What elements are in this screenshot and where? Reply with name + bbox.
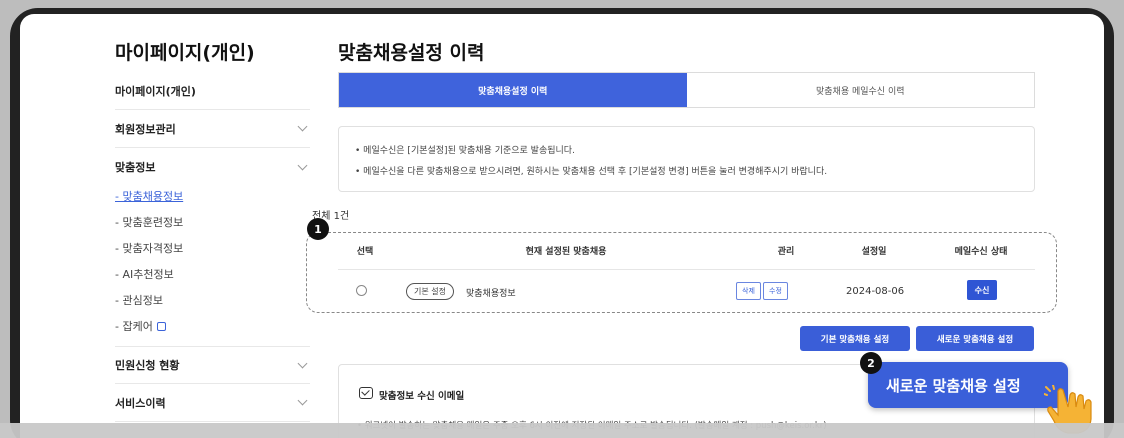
tab-setting-history[interactable]: 맞춤채용설정 이력 bbox=[339, 73, 687, 107]
step-badge-2: 2 bbox=[860, 352, 882, 374]
sidebar-item-label: 서비스이력 bbox=[115, 396, 166, 410]
new-setting-button[interactable]: 새로운 맞춤채용 설정 bbox=[916, 326, 1034, 351]
tab-bar: 맞춤채용설정 이력 맞춤채용 메일수신 이력 bbox=[338, 72, 1035, 108]
sidebar-subitem-label: - 잡케어 bbox=[115, 320, 153, 333]
notice-line: • 메일수신을 다른 맞춤채용으로 받으시려면, 원하시는 맞춤채용 선택 후 … bbox=[355, 167, 828, 177]
notice-line: • 메일수신은 [기본설정]된 맞춤채용 기준으로 발송됩니다. bbox=[355, 146, 575, 156]
sidebar-item-label: 마이페이지(개인) bbox=[115, 84, 196, 98]
chevron-down-icon bbox=[297, 358, 308, 368]
sidebar-item-mypage[interactable]: 마이페이지(개인) bbox=[115, 72, 310, 110]
sidebar-subitem-custom-license[interactable]: - 맞춤자격정보 bbox=[115, 240, 183, 256]
chevron-down-icon bbox=[297, 160, 308, 170]
callout-new-setting: 새로운 맞춤채용 설정 bbox=[868, 362, 1068, 408]
row-select-radio[interactable] bbox=[356, 285, 367, 296]
sidebar-item-label: 맞춤정보 bbox=[115, 161, 156, 174]
receive-status-button[interactable]: 수신 bbox=[967, 280, 997, 300]
sidebar-subitem-custom-jobs[interactable]: - 맞춤채용정보 bbox=[115, 188, 183, 204]
sidebar-item-custom-info[interactable]: 맞춤정보 bbox=[115, 148, 310, 186]
chevron-down-icon bbox=[297, 121, 308, 132]
row-name: 맞춤채용정보 bbox=[466, 289, 516, 299]
sidebar-item-complaint[interactable]: 민원신청 현황 bbox=[115, 346, 310, 384]
sidebar-subitem-jobcare[interactable]: - 잡케어 bbox=[115, 318, 166, 334]
chevron-down-icon bbox=[297, 395, 308, 406]
table-header-current: 현재 설정된 맞춤채용 bbox=[525, 247, 607, 257]
sidebar-item-service-history[interactable]: 서비스이력 bbox=[115, 384, 310, 422]
sidebar-item-label: 회원정보관리 bbox=[115, 122, 176, 136]
table-divider bbox=[338, 269, 1035, 270]
sidebar-title: 마이페이지(개인) bbox=[115, 42, 255, 64]
sidebar-subitem-interest[interactable]: - 관심정보 bbox=[115, 292, 163, 308]
email-section-title: 맞춤정보 수신 이메일 bbox=[379, 391, 465, 402]
sidebar-subitem-custom-training[interactable]: - 맞춤훈련정보 bbox=[115, 214, 183, 230]
external-link-icon bbox=[156, 322, 166, 331]
table-header-date: 설정일 bbox=[861, 247, 887, 257]
page-title: 맞춤채용설정 이력 bbox=[338, 42, 485, 64]
table-header-select: 선택 bbox=[356, 247, 374, 257]
sidebar-item-member-info[interactable]: 회원정보관리 bbox=[115, 110, 310, 148]
highlight-box-table bbox=[306, 232, 1057, 313]
default-setting-tag: 기본 설정 bbox=[406, 283, 454, 300]
edit-button[interactable]: 수정 bbox=[763, 282, 788, 300]
bottom-overlay bbox=[0, 423, 1124, 438]
table-header-mail-status: 메일수신 상태 bbox=[954, 247, 1008, 257]
default-setting-button[interactable]: 기본 맞춤채용 설정 bbox=[800, 326, 910, 351]
step-badge-1: 1 bbox=[307, 218, 329, 240]
notice-box: • 메일수신은 [기본설정]된 맞춤채용 기준으로 발송됩니다. • 메일수신을… bbox=[338, 126, 1035, 192]
delete-button[interactable]: 삭제 bbox=[736, 282, 761, 300]
table-header-manage: 관리 bbox=[777, 247, 795, 257]
mail-icon bbox=[359, 387, 373, 399]
row-date: 2024-08-06 bbox=[846, 286, 905, 297]
sidebar-subitem-ai-recommend[interactable]: - AI추천정보 bbox=[115, 266, 174, 282]
sidebar-item-label: 민원신청 현황 bbox=[115, 359, 180, 372]
tab-mail-history[interactable]: 맞춤채용 메일수신 이력 bbox=[687, 73, 1035, 107]
